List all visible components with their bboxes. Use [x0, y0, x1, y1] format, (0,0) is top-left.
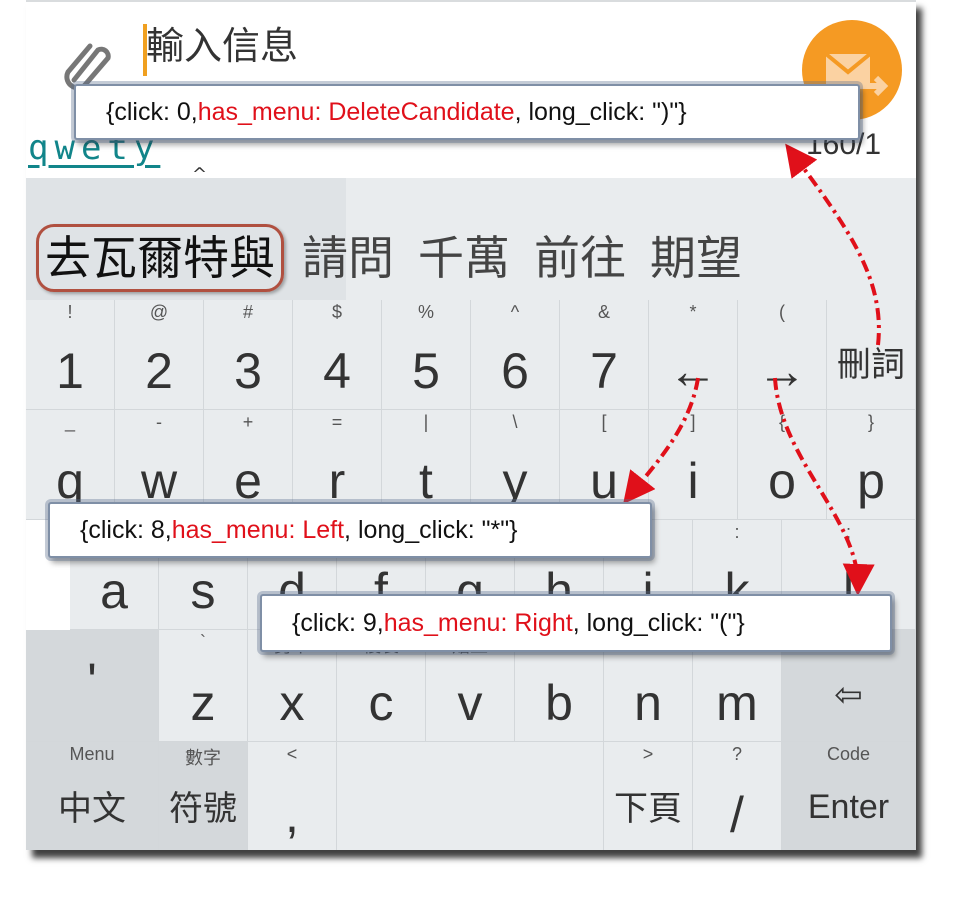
callout-text: {click: 0, — [106, 97, 198, 126]
callout-menu-text: has_menu: DeleteCandidate — [197, 97, 515, 126]
callout-menu-text: has_menu: Left — [171, 515, 345, 544]
callout-text: , long_click: "("} — [572, 608, 745, 637]
key-5[interactable]: % 5 — [382, 300, 471, 410]
key-7[interactable]: & 7 — [560, 300, 649, 410]
candidate-item[interactable]: 千萬 — [418, 224, 510, 292]
key-3[interactable]: #3 — [204, 300, 293, 410]
callout-menu-text: has_menu: Right — [383, 608, 573, 637]
top-divider — [26, 0, 916, 2]
slash-key[interactable]: ? / — [693, 742, 782, 850]
key-z[interactable]: ` z — [159, 630, 248, 742]
key-o[interactable]: {o — [738, 410, 827, 520]
callout-text: , long_click: ")"} — [514, 97, 687, 126]
callout-text: , long_click: "*"} — [344, 515, 518, 544]
key-i[interactable]: ] i — [649, 410, 738, 520]
left-arrow-key[interactable]: * ← — [649, 300, 738, 410]
paperclip-icon[interactable] — [60, 36, 114, 90]
enter-key[interactable]: Code Enter — [782, 742, 916, 850]
candidate-item[interactable]: 前往 — [534, 224, 626, 292]
candidate-item[interactable]: 期望 — [650, 224, 742, 292]
comma-key[interactable]: <, — [248, 742, 337, 850]
key-4[interactable]: $4 — [293, 300, 382, 410]
callout-text: {click: 9, — [292, 608, 384, 637]
callout-left: {click: 8, has_menu: Left, long_click: "… — [48, 502, 652, 558]
key-6[interactable]: ^ 6 — [471, 300, 560, 410]
next-page-key[interactable]: > 下頁 — [604, 742, 693, 850]
right-arrow-key[interactable]: (→ — [738, 300, 827, 410]
chinese-mode-key[interactable]: Menu 中文 — [26, 742, 159, 850]
message-input[interactable]: 輸入信息 — [146, 18, 298, 74]
callout-text: {click: 8, — [80, 515, 172, 544]
symbols-key[interactable]: 數字 符號 — [159, 742, 248, 850]
candidate-item[interactable]: 請問 — [302, 224, 394, 292]
callout-delete-candidate: {click: 0, has_menu: DeleteCandidate, lo… — [74, 84, 860, 140]
key-p[interactable]: } p — [827, 410, 916, 520]
delete-candidate-key[interactable]: 刪詞 — [827, 300, 916, 410]
callout-right: {click: 9, has_menu: Right, long_click: … — [260, 594, 892, 652]
apostrophe-key[interactable]: ' — [26, 630, 159, 742]
key-2[interactable]: @2 — [115, 300, 204, 410]
key-1[interactable]: ! 1 — [26, 300, 115, 410]
candidate-list: 去瓦爾特與 請問 千萬 前往 期望 — [36, 224, 766, 292]
candidate-selected[interactable]: 去瓦爾特與 — [36, 224, 284, 292]
space-key[interactable] — [337, 742, 604, 850]
